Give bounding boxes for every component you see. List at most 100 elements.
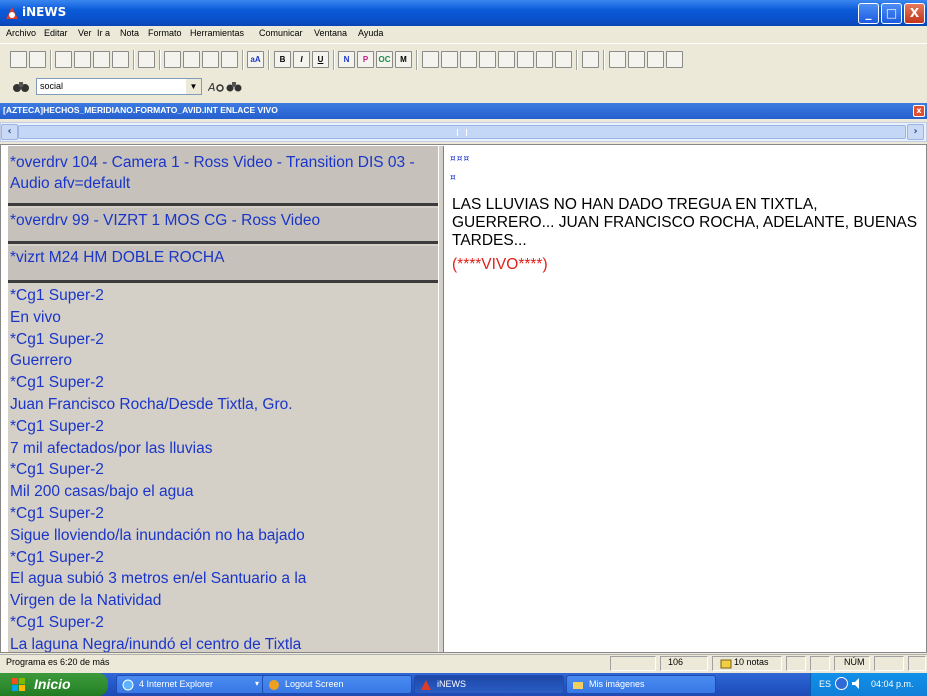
maximize-button[interactable]: □ (881, 3, 902, 24)
menu-herramientas[interactable]: Herramientas (190, 28, 244, 38)
cg-line[interactable]: *Cg1 Super-2 (10, 503, 438, 525)
print-icon[interactable] (138, 51, 155, 68)
cg-line[interactable]: *Cg1 Super-2 (10, 416, 438, 438)
production-cue[interactable]: *vizrt M24 HM DOBLE ROCHA (8, 246, 438, 283)
presenter-text-button[interactable]: P (357, 51, 374, 68)
volume-icon[interactable] (851, 677, 864, 690)
font-size-icon[interactable]: aA (247, 51, 264, 68)
clock[interactable]: 04:04 p.m. (871, 679, 914, 689)
clipboard-icon[interactable] (582, 51, 599, 68)
close-button[interactable]: X (904, 3, 925, 24)
bold-button[interactable]: B (274, 51, 291, 68)
lightbulb-icon[interactable] (517, 51, 534, 68)
minimize-button[interactable]: _ (858, 3, 879, 24)
notes-count: 10 notas (734, 657, 769, 667)
taskbar-item-inews[interactable]: iNEWS (414, 675, 564, 694)
script-pane[interactable]: ¤¤¤ ¤ LAS LLUVIAS NO HAN DADO TREGUA EN … (444, 146, 926, 652)
production-cue-text: *overdrv 104 - Camera 1 - Ross Video - T… (10, 154, 415, 192)
menu-ayuda[interactable]: Ayuda (358, 28, 383, 38)
title-bar[interactable]: iNEWS _ □ X (0, 0, 927, 26)
cg-line[interactable]: Sigue lloviendo/la inundación no ha baja… (10, 525, 438, 547)
underline-button[interactable]: U (312, 51, 329, 68)
paste-icon[interactable] (74, 51, 91, 68)
cg-line[interactable]: La laguna Negra/inundó el centro de Tixt… (10, 634, 438, 652)
num-lock-indicator: NÚM (844, 657, 865, 667)
menu-nota[interactable]: Nota (120, 28, 139, 38)
language-indicator[interactable]: ES (819, 679, 831, 689)
find-icon[interactable] (422, 51, 439, 68)
production-cue-pane[interactable]: *overdrv 104 - Camera 1 - Ross Video - T… (8, 146, 438, 652)
lock-icon[interactable] (460, 51, 477, 68)
scroll-left-icon[interactable]: ‹ (1, 124, 18, 140)
cg-line[interactable]: El agua subió 3 metros en/el Santuario a… (10, 568, 438, 590)
cg-line[interactable]: Juan Francisco Rocha/Desde Tixtla, Gro. (10, 394, 438, 416)
cg-line[interactable]: 7 mil afectados/por las lluvias (10, 438, 438, 460)
cg-line[interactable]: *Cg1 Super-2 (10, 547, 438, 569)
cg-line[interactable]: *Cg1 Super-2 (10, 372, 438, 394)
document-close-button[interactable]: x (913, 105, 925, 117)
book-icon[interactable] (647, 51, 664, 68)
normal-text-button[interactable]: N (338, 51, 355, 68)
status-cell (908, 656, 926, 671)
globe-icon[interactable] (221, 51, 238, 68)
find-text-icon[interactable]: A (208, 79, 224, 94)
production-cue[interactable]: *overdrv 104 - Camera 1 - Ross Video - T… (8, 146, 438, 206)
scrollbar-thumb[interactable] (18, 125, 906, 139)
taskbar-item-mis-imagenes[interactable]: Mis imágenes (566, 675, 716, 694)
window-title: iNEWS (22, 5, 67, 19)
document-icon[interactable] (202, 51, 219, 68)
cg-line[interactable]: Mil 200 casas/bajo el agua (10, 481, 438, 503)
spellcheck-icon[interactable] (93, 51, 110, 68)
notes-icon[interactable] (555, 51, 572, 68)
tools-icon[interactable] (609, 51, 626, 68)
edit-icon[interactable] (479, 51, 496, 68)
machine-text-button[interactable]: M (395, 51, 412, 68)
menu-editar[interactable]: Editar (44, 28, 68, 38)
open-queue-icon[interactable] (29, 51, 46, 68)
navigate-icon[interactable] (164, 51, 181, 68)
search-combo-value: social (40, 81, 64, 91)
menu-archivo[interactable]: Archivo (6, 28, 36, 38)
taskbar-item-logout-screen[interactable]: Logout Screen (262, 675, 412, 694)
menu-comunicar[interactable]: Comunicar (259, 28, 303, 38)
horizontal-scrollbar[interactable]: ‹ › (0, 122, 927, 142)
search-combo[interactable]: social ▼ (36, 78, 202, 95)
cg-line[interactable]: En vivo (10, 307, 438, 329)
cg-line[interactable]: *Cg1 Super-2 (10, 459, 438, 481)
binoculars-icon[interactable] (12, 79, 30, 94)
menu-formato[interactable]: Formato (148, 28, 182, 38)
production-cue[interactable]: *overdrv 99 - VIZRT 1 MOS CG - Ross Vide… (8, 208, 438, 244)
copy-icon[interactable] (55, 51, 72, 68)
menu-ir-a[interactable]: Ir a (97, 28, 110, 38)
windows-logo-icon (12, 678, 25, 691)
script-text[interactable]: LAS LLUVIAS NO HAN DADO TREGUA EN TIXTLA… (452, 196, 924, 250)
timing-icon[interactable] (441, 51, 458, 68)
pencil-icon[interactable] (628, 51, 645, 68)
menu-ventana[interactable]: Ventana (314, 28, 347, 38)
menu-ver[interactable]: Ver (78, 28, 92, 38)
oc-text-button[interactable]: OC (376, 51, 393, 68)
save-icon[interactable] (112, 51, 129, 68)
task-label: 4 Internet Explorer (139, 679, 214, 689)
new-story-icon[interactable] (10, 51, 27, 68)
network-icon[interactable] (835, 677, 848, 690)
cg-line[interactable]: *Cg1 Super-2 (10, 329, 438, 351)
cg-line[interactable]: Virgen de la Natividad (10, 590, 438, 612)
status-cell (610, 656, 656, 671)
scroll-right-icon[interactable]: › (907, 124, 924, 140)
cg-line[interactable]: Guerrero (10, 350, 438, 372)
start-button[interactable]: Inicio (0, 673, 108, 696)
taskbar-item-internet-explorer[interactable]: 4 Internet Explorer ▾ (116, 675, 266, 694)
chevron-down-icon[interactable]: ▼ (186, 79, 201, 94)
folder-icon[interactable] (183, 51, 200, 68)
binoculars-find-icon[interactable] (226, 79, 242, 94)
eraser-icon[interactable] (666, 51, 683, 68)
search-icon[interactable] (498, 51, 515, 68)
status-cell (874, 656, 904, 671)
notes-icon (720, 659, 732, 669)
palette-icon[interactable] (536, 51, 553, 68)
toolbar-separator (416, 50, 418, 70)
italic-button[interactable]: I (293, 51, 310, 68)
cg-line[interactable]: *Cg1 Super-2 (10, 285, 438, 307)
cg-line[interactable]: *Cg1 Super-2 (10, 612, 438, 634)
